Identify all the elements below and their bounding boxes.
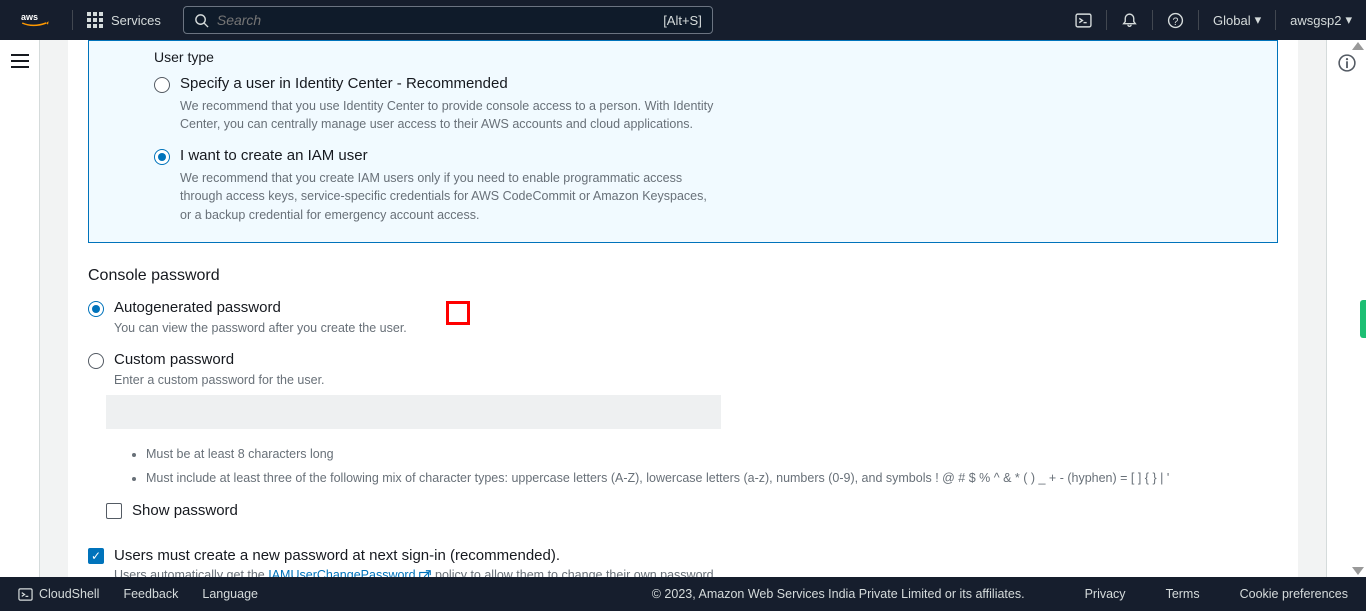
aws-logo[interactable]: aws bbox=[0, 11, 72, 29]
notifications-button[interactable] bbox=[1107, 0, 1152, 40]
password-option-autogenerated: Autogenerated password You can view the … bbox=[88, 299, 1278, 335]
cookie-preferences-link[interactable]: Cookie preferences bbox=[1240, 587, 1348, 601]
radio-icon[interactable] bbox=[154, 149, 170, 165]
sidebar-toggle[interactable] bbox=[11, 54, 29, 68]
radio-label: Autogenerated password bbox=[114, 299, 281, 316]
radio-label: I want to create an IAM user bbox=[180, 147, 368, 164]
workspace: User type Specify a user in Identity Cen… bbox=[0, 40, 1366, 577]
grid-icon bbox=[87, 12, 103, 28]
must-reset-description: Users automatically get the IAMUserChang… bbox=[114, 568, 1278, 577]
radio-icon[interactable] bbox=[88, 353, 104, 369]
cloudshell-label: CloudShell bbox=[39, 587, 99, 601]
top-nav: aws Services [Alt+S] ? Global ▾ awsgsp2 … bbox=[0, 0, 1366, 40]
language-link[interactable]: Language bbox=[202, 587, 258, 601]
copyright-text: © 2023, Amazon Web Services India Privat… bbox=[652, 587, 1025, 601]
radio-description: We recommend that you use Identity Cente… bbox=[180, 97, 720, 133]
content-outer: User type Specify a user in Identity Cen… bbox=[40, 40, 1326, 577]
cloudshell-icon-button[interactable] bbox=[1061, 0, 1106, 40]
password-rule: Must be at least 8 characters long bbox=[146, 445, 1278, 464]
radio-label: Specify a user in Identity Center - Reco… bbox=[180, 75, 508, 92]
cloudshell-icon bbox=[1075, 12, 1092, 29]
user-type-option-identity-center[interactable]: Specify a user in Identity Center - Reco… bbox=[154, 75, 1222, 93]
content: User type Specify a user in Identity Cen… bbox=[68, 40, 1298, 577]
services-button[interactable]: Services bbox=[73, 12, 175, 28]
show-password-checkbox[interactable]: Show password bbox=[106, 502, 1278, 519]
cloudshell-link[interactable]: CloudShell bbox=[18, 587, 99, 602]
password-option-custom: Custom password Enter a custom password … bbox=[88, 351, 1278, 520]
help-button[interactable]: ? bbox=[1153, 0, 1198, 40]
password-rule: Must include at least three of the follo… bbox=[146, 469, 1278, 488]
custom-password-input bbox=[106, 395, 721, 429]
iam-policy-link[interactable]: IAMUserChangePassword bbox=[268, 568, 415, 577]
footer: CloudShell Feedback Language © 2023, Ama… bbox=[0, 577, 1366, 611]
radio-description: We recommend that you create IAM users o… bbox=[180, 169, 720, 223]
search-icon bbox=[194, 13, 209, 28]
radio-autogenerated[interactable]: Autogenerated password bbox=[88, 299, 1278, 317]
user-type-panel: User type Specify a user in Identity Cen… bbox=[88, 40, 1278, 243]
user-type-heading: User type bbox=[154, 49, 1222, 65]
region-label: Global bbox=[1213, 13, 1251, 28]
services-label: Services bbox=[111, 13, 161, 28]
radio-description: Enter a custom password for the user. bbox=[114, 373, 1278, 387]
console-password-heading: Console password bbox=[88, 267, 1278, 285]
caret-down-icon: ▾ bbox=[1345, 12, 1352, 28]
user-type-option-iam-user[interactable]: I want to create an IAM user bbox=[154, 147, 1222, 165]
account-menu[interactable]: awsgsp2 ▾ bbox=[1276, 12, 1366, 28]
search-box[interactable]: [Alt+S] bbox=[183, 6, 713, 34]
must-reset-password-checkbox[interactable]: Users must create a new password at next… bbox=[88, 547, 1278, 564]
feedback-tab[interactable] bbox=[1360, 300, 1366, 338]
radio-custom[interactable]: Custom password bbox=[88, 351, 1278, 369]
scroll-down-indicator[interactable] bbox=[1352, 567, 1364, 575]
privacy-link[interactable]: Privacy bbox=[1085, 587, 1126, 601]
checkbox-icon[interactable] bbox=[106, 503, 122, 519]
svg-text:?: ? bbox=[1173, 15, 1179, 27]
checkbox-label: Users must create a new password at next… bbox=[114, 547, 560, 564]
checkbox-icon[interactable] bbox=[88, 548, 104, 564]
bell-icon bbox=[1121, 12, 1138, 29]
left-rail bbox=[0, 40, 40, 577]
region-selector[interactable]: Global ▾ bbox=[1199, 12, 1275, 28]
radio-icon[interactable] bbox=[88, 301, 104, 317]
info-panel-toggle[interactable] bbox=[1338, 54, 1356, 77]
checkbox-label: Show password bbox=[132, 502, 238, 519]
cloudshell-icon bbox=[18, 587, 33, 602]
scroll-up-indicator[interactable] bbox=[1352, 42, 1364, 50]
radio-label: Custom password bbox=[114, 351, 234, 368]
caret-down-icon: ▾ bbox=[1255, 12, 1262, 28]
terms-link[interactable]: Terms bbox=[1166, 587, 1200, 601]
account-label: awsgsp2 bbox=[1290, 13, 1341, 28]
search-input[interactable] bbox=[217, 12, 655, 28]
radio-icon[interactable] bbox=[154, 77, 170, 93]
info-icon bbox=[1338, 54, 1356, 72]
search-shortcut: [Alt+S] bbox=[663, 13, 702, 28]
radio-description: You can view the password after you crea… bbox=[114, 321, 1278, 335]
feedback-link[interactable]: Feedback bbox=[123, 587, 178, 601]
help-icon: ? bbox=[1167, 12, 1184, 29]
svg-text:aws: aws bbox=[21, 12, 38, 22]
external-link-icon bbox=[418, 569, 432, 577]
password-rules: Must be at least 8 characters long Must … bbox=[128, 445, 1278, 489]
